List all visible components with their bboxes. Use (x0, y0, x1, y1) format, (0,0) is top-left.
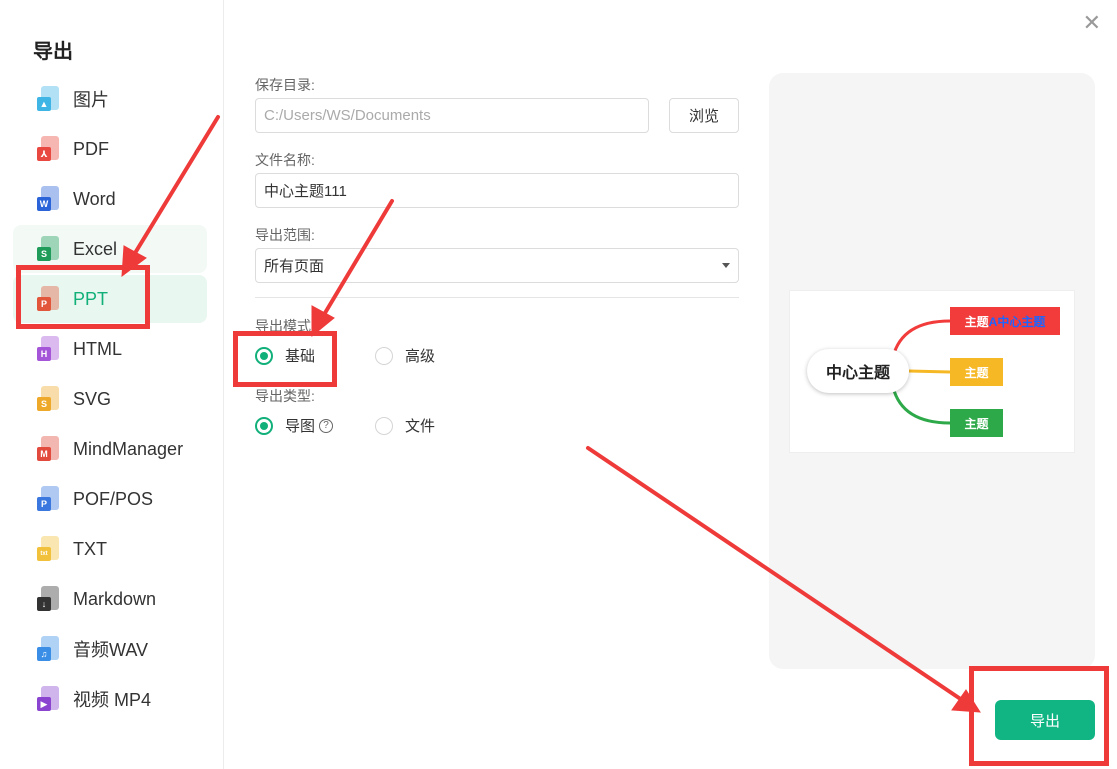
type-file-radio[interactable]: 文件 (375, 415, 435, 436)
sidebar-item-wav[interactable]: ♫ 音频WAV (13, 625, 207, 673)
browse-button[interactable]: 浏览 (669, 98, 739, 133)
mindmap-node-red-text: 主题 (964, 314, 989, 329)
sidebar-item-label: 视频 MP4 (73, 690, 152, 710)
type-map-label: 导图 (285, 418, 316, 435)
divider (255, 297, 739, 298)
pof-file-icon: P (37, 486, 59, 512)
type-file-label: 文件 (405, 418, 436, 435)
sidebar-title: 导出 (33, 41, 73, 63)
sidebar-item-label: PDF (73, 138, 109, 159)
image-file-icon: ▲ (37, 86, 59, 112)
mindmap-node-red: 主题 A中心主题 (950, 307, 1060, 335)
sidebar-item-label: Word (73, 188, 116, 209)
sidebar-item-label: 音频WAV (73, 640, 148, 660)
sidebar-item-[interactable]: ▲ 图片 (13, 75, 207, 123)
pdf-file-icon: ⅄ (37, 136, 59, 162)
mindmap-node-green: 主题 (950, 409, 1003, 437)
mindmap-preview: 中心主题 主题 A中心主题 主题 主题 (789, 290, 1075, 453)
sidebar-item-mp4[interactable]: ▶ 视频 MP4 (13, 675, 207, 723)
format-menu: ▲ 图片 ⅄ PDF W Word S Excel P PPT H HTML S SVG M MindMana… (13, 75, 207, 725)
sidebar-item-label: HTML (73, 338, 122, 359)
annotation-box-basic (233, 331, 337, 387)
export-sidebar: 导出 ▲ 图片 ⅄ PDF W Word S Excel P PPT H HTML S SVG M MindM… (0, 0, 224, 769)
mindmanager-file-icon: M (37, 436, 59, 462)
sidebar-item-pdf[interactable]: ⅄ PDF (13, 125, 207, 173)
radio-checked-icon (255, 416, 273, 435)
radio-unchecked-icon (375, 346, 393, 365)
range-select-value: 所有页面 (264, 258, 325, 275)
sidebar-item-label: 图片 (73, 90, 109, 110)
save-dir-label: 保存目录: (255, 77, 315, 93)
mindmap-node-yellow: 主题 (950, 358, 1003, 386)
video-file-icon: ▶ (37, 686, 59, 712)
sidebar-item-markdown[interactable]: ↓ Markdown (13, 575, 207, 623)
markdown-file-icon: ↓ (37, 586, 59, 612)
excel-file-icon: S (37, 236, 59, 262)
close-icon[interactable]: ✕ (1083, 10, 1101, 36)
annotation-box-ppt (16, 265, 150, 329)
svg-file-icon: S (37, 386, 59, 412)
range-label: 导出范围: (255, 227, 315, 243)
sidebar-item-word[interactable]: W Word (13, 175, 207, 223)
sidebar-item-pof-pos[interactable]: P POF/POS (13, 475, 207, 523)
mindmap-center-node: 中心主题 (807, 349, 909, 393)
sidebar-item-label: POF/POS (73, 488, 154, 509)
filename-input[interactable]: 中心主题111 (255, 173, 739, 208)
help-icon[interactable]: ? (319, 418, 334, 433)
mode-advanced-radio[interactable]: 高级 (375, 345, 435, 366)
sidebar-item-html[interactable]: H HTML (13, 325, 207, 373)
sidebar-item-label: Markdown (73, 588, 157, 609)
dropdown-arrow-icon (722, 263, 730, 268)
export-settings-panel: ✕ 保存目录: C:/Users/WS/Documents 浏览 文件名称: 中… (224, 0, 1117, 769)
filename-label: 文件名称: (255, 152, 315, 168)
annotation-box-export (969, 666, 1109, 766)
save-dir-input[interactable]: C:/Users/WS/Documents (255, 98, 649, 133)
html-file-icon: H (37, 336, 59, 362)
sidebar-item-txt[interactable]: txt TXT (13, 525, 207, 573)
preview-panel: 中心主题 主题 A中心主题 主题 主题 (769, 73, 1095, 669)
type-label: 导出类型: (255, 388, 315, 404)
audio-file-icon: ♫ (37, 636, 59, 662)
txt-file-icon: txt (37, 536, 59, 562)
sidebar-item-label: SVG (73, 388, 112, 409)
radio-unchecked-icon (375, 416, 393, 435)
mindmap-node-red-highlight: A中心主题 (988, 314, 1046, 329)
sidebar-item-label: Excel (73, 238, 118, 259)
sidebar-item-svg[interactable]: S SVG (13, 375, 207, 423)
word-file-icon: W (37, 186, 59, 212)
range-select[interactable]: 所有页面 (255, 248, 739, 283)
sidebar-item-mindmanager[interactable]: M MindManager (13, 425, 207, 473)
mode-advanced-label: 高级 (405, 348, 436, 365)
type-map-radio[interactable]: 导图 ? (255, 415, 334, 436)
sidebar-item-label: MindManager (73, 438, 184, 459)
sidebar-item-label: TXT (73, 538, 107, 559)
